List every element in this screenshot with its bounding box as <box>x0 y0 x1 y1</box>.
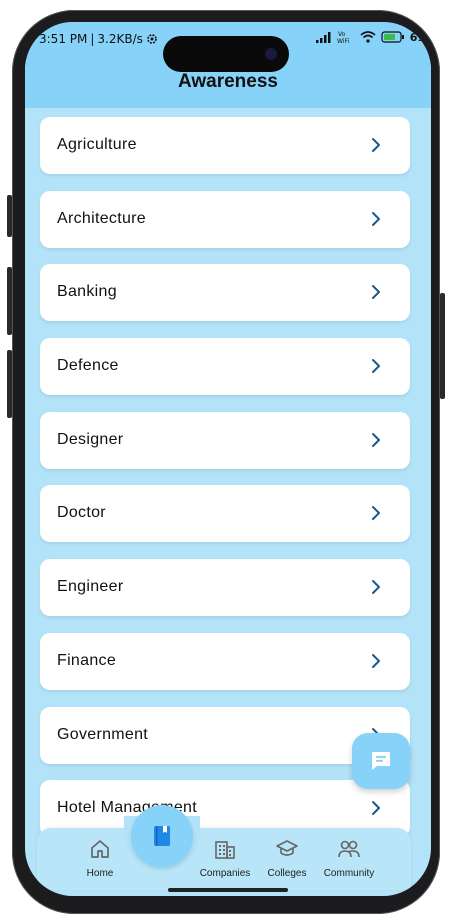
chevron-right-icon <box>372 506 380 521</box>
cell-signal-icon <box>315 31 331 43</box>
building-icon <box>215 841 235 859</box>
action-button <box>7 195 12 237</box>
chevron-right-icon <box>372 138 380 152</box>
nav-home[interactable]: Home <box>65 838 135 879</box>
bottom-navigation: Home Companies Colleges Community <box>37 828 411 890</box>
nav-companies[interactable]: Companies <box>190 838 260 879</box>
chat-message-icon <box>372 752 390 770</box>
nav-companies-label: Companies <box>199 868 251 879</box>
chevron-right-icon <box>372 801 380 816</box>
page-title: Awareness <box>178 71 278 92</box>
category-item-banking[interactable]: Banking <box>40 264 410 322</box>
chevron-right-icon <box>372 211 380 226</box>
wifi-icon <box>360 31 376 43</box>
category-item-architecture[interactable]: Architecture <box>40 190 410 248</box>
chevron-right-icon <box>372 285 380 300</box>
status-time: 3:51 PM <box>39 32 88 46</box>
category-item-engineer[interactable]: Engineer <box>40 559 410 617</box>
chevron-right-icon <box>372 653 380 668</box>
home-icon <box>91 840 109 858</box>
chevron-right-icon <box>372 359 380 374</box>
people-icon <box>338 840 360 858</box>
category-label: Doctor <box>57 504 106 522</box>
nav-colleges[interactable]: Colleges <box>252 838 322 879</box>
category-label: Banking <box>57 283 117 301</box>
category-label: Engineer <box>57 578 124 596</box>
home-indicator <box>168 888 288 892</box>
category-label: Finance <box>57 651 117 669</box>
category-item-doctor[interactable]: Doctor <box>40 485 410 543</box>
nav-community[interactable]: Community <box>314 838 384 879</box>
category-item-finance[interactable]: Finance <box>40 632 410 690</box>
chat-fab-button[interactable] <box>352 733 410 789</box>
app-screen: 3:51 PM | 3.2KB/s Vo WiFi 61 Awareness Ag… <box>25 22 431 896</box>
category-label: Designer <box>57 430 124 448</box>
volume-up-button <box>7 267 12 335</box>
battery-icon <box>381 31 404 43</box>
nav-colleges-label: Colleges <box>267 868 307 879</box>
volume-down-button <box>7 350 12 418</box>
network-speed: 3.2KB/s <box>97 32 143 46</box>
nav-home-label: Home <box>86 868 114 879</box>
power-button <box>440 293 445 399</box>
front-camera <box>265 48 277 60</box>
category-label: Architecture <box>57 209 146 227</box>
dynamic-island <box>163 36 289 72</box>
nav-community-label: Community <box>323 868 375 879</box>
settings-gear-icon <box>147 34 157 44</box>
battery-percent: 61 <box>409 30 425 44</box>
book-icon <box>154 826 170 846</box>
nav-awareness-button[interactable] <box>131 805 193 867</box>
category-label: Government <box>57 725 149 743</box>
graduation-cap-icon <box>276 840 298 856</box>
svg-text:Vo: Vo <box>338 31 346 38</box>
category-label: Defence <box>57 357 119 375</box>
category-item-defence[interactable]: Defence <box>40 338 410 396</box>
category-label: Agriculture <box>57 136 137 153</box>
category-item-agriculture[interactable]: Agriculture <box>40 117 410 174</box>
chevron-right-icon <box>372 580 380 595</box>
svg-text:WiFi: WiFi <box>337 38 349 44</box>
category-item-designer[interactable]: Designer <box>40 411 410 469</box>
chevron-right-icon <box>372 432 380 447</box>
vowifi-icon: VoWiFi <box>337 31 349 44</box>
